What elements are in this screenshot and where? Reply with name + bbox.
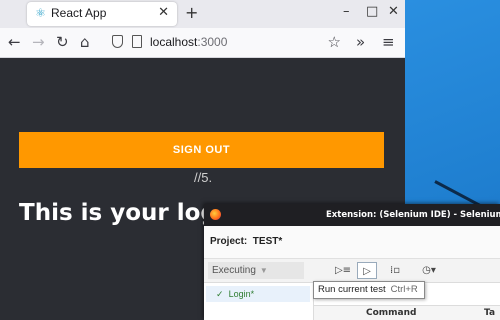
run-test-tooltip: Run current test Ctrl+R	[313, 281, 425, 299]
react-icon: ⚛	[35, 6, 46, 20]
tab-bar: ⚛ React App ✕ + – □ ✕	[0, 0, 405, 28]
menu-hamburger-icon[interactable]: ≡	[382, 34, 395, 50]
sign-out-button[interactable]: SIGN OUT	[19, 132, 384, 168]
selenium-title-bar: Extension: (Selenium IDE) - Selenium IDE…	[204, 204, 500, 226]
forward-icon[interactable]: →	[32, 34, 45, 50]
minimize-button[interactable]: –	[343, 4, 350, 19]
tooltip-label: Run current test	[318, 284, 386, 295]
close-tab-icon[interactable]: ✕	[158, 5, 169, 20]
back-icon[interactable]: ←	[8, 34, 21, 50]
selenium-ide-window: Extension: (Selenium IDE) - Selenium IDE…	[204, 204, 500, 320]
test-list-panel: ✓ Login*	[204, 283, 314, 320]
command-table-header: Command Ta	[314, 305, 500, 320]
shield-icon[interactable]	[112, 35, 123, 48]
reload-icon[interactable]: ↻	[56, 34, 69, 50]
run-all-tests-icon[interactable]: ▷≡	[334, 262, 352, 279]
new-tab-button[interactable]: +	[185, 3, 198, 22]
tab-title: React App	[51, 6, 107, 20]
project-name[interactable]: TEST*	[253, 236, 282, 247]
maximize-button[interactable]: □	[366, 4, 378, 19]
url-bar[interactable]: localhost:3000 ☆	[108, 32, 345, 54]
counter-text: //5.	[194, 170, 213, 185]
close-window-button[interactable]: ✕	[388, 4, 399, 19]
project-header: Project: TEST*	[204, 226, 500, 259]
firefox-icon	[210, 209, 221, 220]
executing-dropdown[interactable]: Executing ▼	[208, 262, 304, 279]
tooltip-shortcut: Ctrl+R	[390, 284, 418, 295]
bookmark-star-icon[interactable]: ☆	[328, 33, 341, 51]
check-icon: ✓	[216, 289, 224, 299]
url-text: localhost:3000	[150, 35, 227, 49]
test-item-login[interactable]: ✓ Login*	[206, 286, 310, 302]
url-port: :3000	[197, 35, 228, 49]
executing-label: Executing	[212, 265, 256, 276]
project-label-text: Project:	[210, 236, 248, 247]
tab-react-app[interactable]: ⚛ React App ✕	[27, 2, 177, 26]
home-icon[interactable]: ⌂	[80, 34, 90, 50]
test-item-label: Login*	[228, 289, 255, 299]
project-label: Project: TEST*	[210, 236, 282, 247]
run-current-test-button[interactable]: ▷	[357, 262, 377, 279]
chevron-down-icon: ▼	[259, 266, 268, 275]
column-target[interactable]: Ta	[484, 308, 495, 318]
selenium-window-title: Extension: (Selenium IDE) - Selenium IDE…	[326, 210, 500, 220]
speed-timer-icon[interactable]: ◷▾	[418, 262, 440, 279]
column-command[interactable]: Command	[366, 308, 416, 318]
page-heading: This is your logg	[19, 200, 234, 226]
selenium-toolbar: Executing ▼ ▷≡ ▷ ⁞▫ ◷▾	[204, 259, 500, 283]
url-host: localhost	[150, 35, 198, 49]
overflow-chevron-icon[interactable]: »	[356, 34, 365, 50]
page-info-icon[interactable]	[132, 35, 142, 48]
navigation-toolbar: ← → ↻ ⌂ localhost:3000 ☆ » ≡	[0, 28, 405, 58]
step-over-icon[interactable]: ⁞▫	[386, 262, 404, 279]
